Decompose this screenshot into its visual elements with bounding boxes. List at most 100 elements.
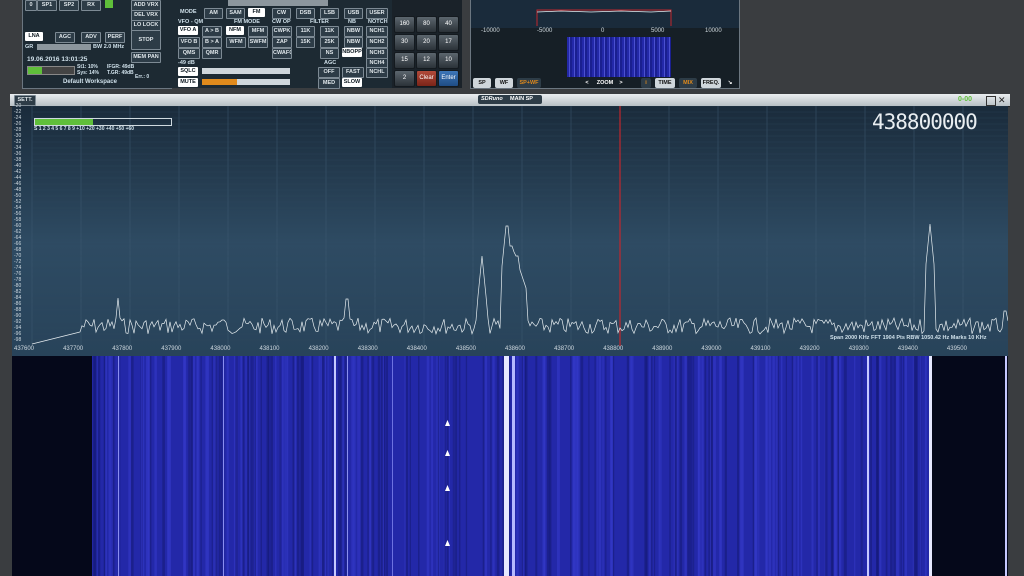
mfm-button[interactable]: MFM bbox=[248, 26, 268, 37]
time-button[interactable]: TIME bbox=[655, 78, 675, 88]
freq-tick: 438600 bbox=[505, 346, 526, 352]
info-button[interactable]: i bbox=[641, 78, 651, 88]
sp1-button[interactable]: SP1 bbox=[37, 0, 57, 11]
mode-lsb-button[interactable]: LSB bbox=[320, 8, 339, 19]
zoom-in-button[interactable]: > bbox=[617, 78, 625, 88]
tab-wf[interactable]: WF bbox=[495, 78, 513, 88]
freq-button[interactable]: FREQ. bbox=[701, 78, 721, 88]
aux-tick: -10000 bbox=[481, 28, 500, 34]
nbw-button[interactable]: NBW bbox=[344, 26, 363, 37]
band-17-key[interactable]: 17 bbox=[438, 34, 459, 51]
sys-readout: Sys: 14% bbox=[77, 70, 99, 76]
freq-tick: 438500 bbox=[455, 346, 476, 352]
adv-button[interactable]: ADV bbox=[81, 32, 101, 43]
agc-med-button[interactable]: MED bbox=[318, 78, 340, 89]
main-spectrum[interactable]: -20 -22 -24 -26 -28 -30 -32 -34 -36 -38 -40 -42 -44-… bbox=[12, 103, 1008, 356]
freq-tick: 438200 bbox=[308, 346, 329, 352]
mode-am-button[interactable]: AM bbox=[204, 8, 223, 19]
minimize-icon[interactable] bbox=[986, 96, 996, 106]
band-80-key[interactable]: 80 bbox=[416, 16, 437, 33]
mode-label: MODE bbox=[180, 9, 197, 15]
band-20-key[interactable]: 20 bbox=[416, 34, 437, 51]
tab-sp-wf[interactable]: SP+WF bbox=[517, 78, 541, 88]
band-12-key[interactable]: 12 bbox=[416, 52, 437, 69]
band-30-key[interactable]: 30 bbox=[394, 34, 415, 51]
qms-button[interactable]: QMS bbox=[178, 48, 200, 59]
vfo-b-button[interactable]: VFO B bbox=[178, 37, 200, 48]
band-40-key[interactable]: 40 bbox=[438, 16, 459, 33]
aux-spectrum-plot bbox=[471, 0, 739, 28]
tgr-readout: T.GR: 49dB bbox=[107, 70, 134, 76]
nchl-button[interactable]: NCHL bbox=[366, 67, 388, 78]
filter-25k-button[interactable]: 25K bbox=[320, 37, 339, 48]
nbopp-button[interactable]: NBOPP bbox=[342, 48, 362, 57]
agc-off-button[interactable]: OFF bbox=[318, 67, 340, 78]
b-to-a-button[interactable]: B > A bbox=[202, 37, 222, 48]
band-2-key[interactable]: 2 bbox=[394, 70, 415, 87]
aux-spectrum-panel: -10000 -5000 0 5000 10000 SP WF SP+WF < … bbox=[470, 0, 740, 89]
zoom-out-button[interactable]: < bbox=[583, 78, 591, 88]
cwpk-button[interactable]: CWPK bbox=[272, 26, 292, 37]
filter-11k-alt-button[interactable]: 11K bbox=[320, 26, 339, 37]
freq-tick: 437900 bbox=[161, 346, 182, 352]
nfm-button[interactable]: NFM bbox=[226, 26, 244, 35]
mode-user-button[interactable]: USER bbox=[366, 8, 388, 19]
agc-button[interactable]: AGC bbox=[55, 32, 75, 43]
mode-cw-button[interactable]: CW bbox=[272, 8, 291, 19]
frequency-readout[interactable]: 438800000 bbox=[872, 110, 978, 134]
a-to-b-button[interactable]: A > B bbox=[202, 26, 222, 37]
resize-arrow-icon[interactable]: ↘ bbox=[725, 78, 735, 88]
zap-button[interactable]: ZAP bbox=[272, 37, 292, 48]
band-10-key[interactable]: 10 bbox=[438, 52, 459, 69]
freq-tick: 438400 bbox=[406, 346, 427, 352]
qmr-button[interactable]: QMR bbox=[202, 48, 222, 59]
squelch-slider[interactable] bbox=[202, 68, 290, 74]
band-15-key[interactable]: 15 bbox=[394, 52, 415, 69]
tab-sp[interactable]: SP bbox=[473, 78, 491, 88]
status-led bbox=[105, 0, 113, 8]
agc-slow-button[interactable]: SLOW bbox=[342, 78, 362, 87]
volume-slider[interactable] bbox=[202, 79, 290, 85]
mem-pan-button[interactable]: MEM PAN bbox=[131, 52, 161, 63]
sqlc-button[interactable]: SQLC bbox=[178, 67, 198, 76]
freq-tick: 437600 bbox=[14, 346, 35, 352]
mode-sam-button[interactable]: SAM bbox=[226, 8, 245, 19]
nbw2-button[interactable]: NBW bbox=[344, 37, 363, 48]
perf-button[interactable]: PERF bbox=[105, 32, 125, 43]
gain-slider[interactable] bbox=[37, 44, 91, 50]
freq-tick: 439100 bbox=[750, 346, 771, 352]
clear-key[interactable]: Clear bbox=[416, 70, 437, 87]
freq-tick: 437700 bbox=[63, 346, 84, 352]
band-160-key[interactable]: 160 bbox=[394, 16, 415, 33]
mode-fm-button[interactable]: FM bbox=[248, 8, 265, 17]
cwafc-button[interactable]: CWAFC bbox=[272, 48, 292, 59]
nch1-button[interactable]: NCH1 bbox=[366, 26, 388, 37]
rx-control-panel: MODE AM SAM FM CW DSB LSB USB USER VFO -… bbox=[170, 0, 393, 89]
sp2-button[interactable]: SP2 bbox=[59, 0, 79, 11]
lna-button[interactable]: LNA bbox=[25, 32, 43, 41]
mute-button[interactable]: MUTE bbox=[178, 78, 198, 87]
freq-tick: 438700 bbox=[554, 346, 575, 352]
nch2-button[interactable]: NCH2 bbox=[366, 37, 388, 48]
agc-fast-button[interactable]: FAST bbox=[342, 67, 364, 78]
close-icon[interactable]: ✕ bbox=[998, 95, 1006, 106]
waterfall-plot bbox=[92, 356, 1007, 576]
vfo-a-button[interactable]: VFO A bbox=[178, 26, 198, 35]
datetime-label: 19.06.2016 13:01:25 bbox=[27, 56, 88, 63]
filter-15k-button[interactable]: 15K bbox=[296, 37, 315, 48]
aux-tick: 0 bbox=[601, 28, 605, 34]
spectrum-plot bbox=[31, 106, 1008, 346]
stop-button[interactable]: STOP bbox=[131, 30, 161, 50]
cpu-meter bbox=[27, 66, 75, 75]
wfm-button[interactable]: WFM bbox=[226, 37, 246, 48]
waterfall-display[interactable] bbox=[12, 356, 1008, 576]
mix-button[interactable]: MIX bbox=[679, 78, 697, 88]
ns-button[interactable]: NS bbox=[320, 48, 339, 59]
enter-key[interactable]: Enter bbox=[438, 70, 459, 87]
mode-dsb-button[interactable]: DSB bbox=[296, 8, 315, 19]
swfm-button[interactable]: SWFM bbox=[248, 37, 268, 48]
rx-button[interactable]: RX bbox=[81, 0, 101, 11]
filter-11k-button[interactable]: 11K bbox=[296, 26, 315, 37]
mode-usb-button[interactable]: USB bbox=[344, 8, 363, 19]
bw-label: BW 2.0 MHz bbox=[93, 44, 125, 50]
